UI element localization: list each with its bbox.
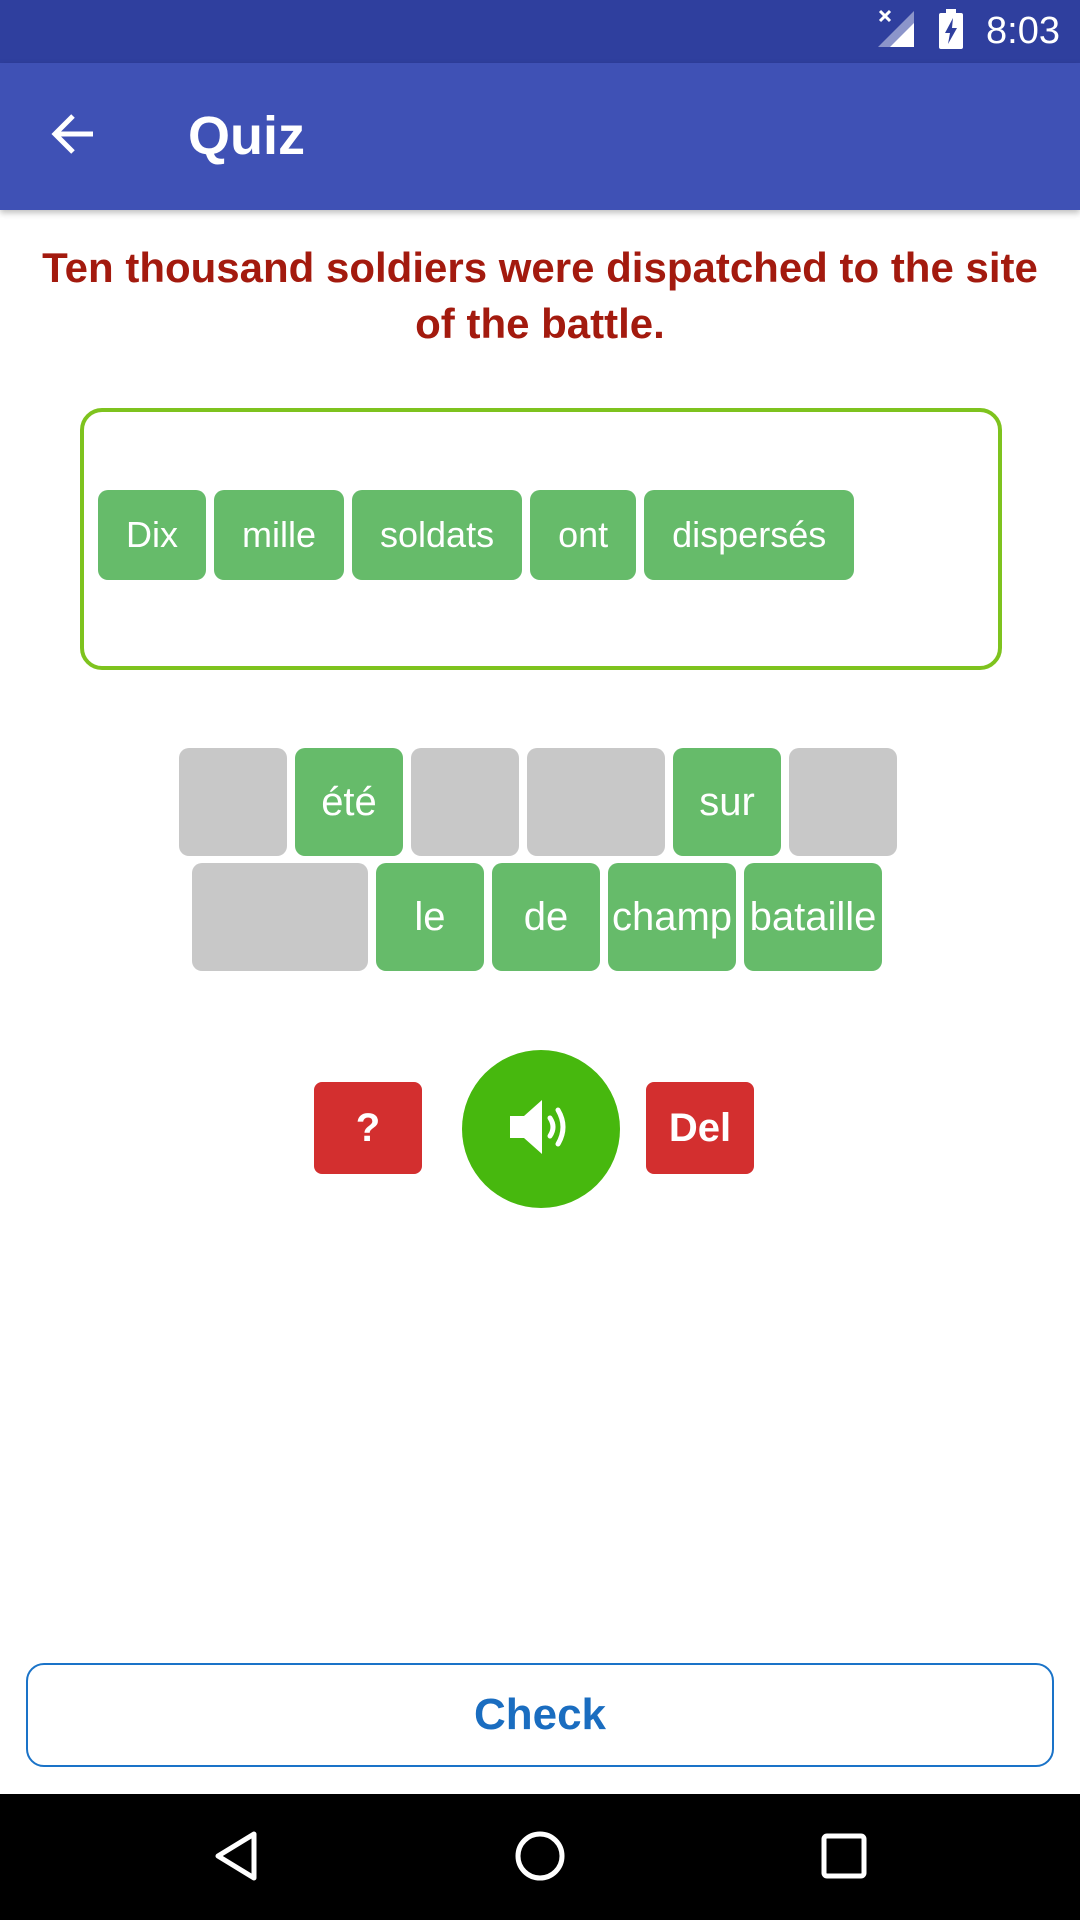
nav-recent-button[interactable] [808, 1822, 880, 1894]
word-tile[interactable]: le [376, 863, 484, 971]
status-time: 8:03 [986, 10, 1060, 52]
answer-word-chip[interactable]: dispersés [644, 490, 855, 580]
word-tile[interactable]: été [295, 748, 403, 856]
nav-recent-icon [816, 1828, 872, 1889]
battery-charging-icon [938, 9, 964, 54]
arrow-left-icon [49, 110, 97, 163]
word-tile[interactable]: de [492, 863, 600, 971]
answer-word-chip[interactable]: mille [214, 490, 345, 580]
word-tile-used [789, 748, 897, 856]
status-bar: 8:03 [0, 0, 1080, 63]
system-nav-bar [0, 1794, 1080, 1920]
hint-button[interactable]: ? [314, 1082, 422, 1174]
back-button[interactable] [40, 103, 106, 169]
answer-words: Dix mille soldats ont dispersés [98, 490, 855, 580]
signal-off-icon [876, 9, 916, 54]
word-tile-used [192, 863, 368, 971]
app-bar: Quiz [0, 63, 1080, 210]
answer-word-chip[interactable]: soldats [352, 490, 523, 580]
quiz-controls: ? Del [314, 1050, 754, 1208]
word-tile[interactable]: bataille [744, 863, 882, 971]
answer-word-chip[interactable]: ont [530, 490, 637, 580]
nav-back-icon [208, 1828, 264, 1889]
status-icons: 8:03 [876, 0, 1060, 63]
word-tile[interactable]: champ [608, 863, 736, 971]
nav-home-icon [512, 1828, 568, 1889]
speaker-button[interactable] [462, 1050, 620, 1208]
word-tile[interactable]: sur [673, 748, 781, 856]
speaker-icon [506, 1092, 576, 1167]
page-title: Quiz [188, 106, 305, 166]
prompt-sentence: Ten thousand soldiers were dispatched to… [42, 244, 1038, 347]
nav-back-button[interactable] [200, 1822, 272, 1894]
delete-button[interactable]: Del [646, 1082, 754, 1174]
word-tile-used [179, 748, 287, 856]
word-tile-used [411, 748, 519, 856]
answer-box: Dix mille soldats ont dispersés [80, 408, 1002, 670]
answer-word-chip[interactable]: Dix [98, 490, 206, 580]
word-bank-row-2: le de champ bataille [192, 863, 882, 971]
word-tile-used [527, 748, 665, 856]
word-bank-row-1: été sur [179, 748, 897, 856]
nav-home-button[interactable] [504, 1822, 576, 1894]
check-button[interactable]: Check [26, 1663, 1054, 1767]
